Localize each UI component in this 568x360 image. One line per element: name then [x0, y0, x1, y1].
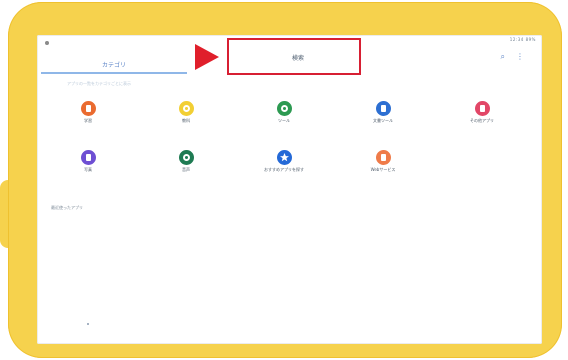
app-item[interactable]: 学習 [58, 101, 118, 124]
app-label: 学習 [84, 118, 92, 123]
app-label: 教科 [182, 118, 190, 123]
app-label: ツール [278, 118, 290, 123]
app-item[interactable]: Webサービス [353, 150, 413, 173]
app-item[interactable]: ツール [254, 101, 314, 124]
app-label: 文書ツール [373, 118, 393, 123]
app-item[interactable]: 写真 [58, 150, 118, 173]
doc-icon [375, 101, 391, 116]
app-label: 写真 [84, 167, 92, 172]
app-grid: 学習 教科 ツール 文書ツール その他アプリ 写真 音声 おすすめアプリを探す … [37, 35, 542, 344]
app-label: その他アプリ [470, 118, 494, 123]
app-item[interactable]: 音声 [156, 150, 216, 173]
tablet-screenshot: 12:34 89% カテゴリ アプリの一覧をカテゴリごとに表示 検索 ⌕ ⋮ 学… [0, 0, 568, 360]
book-icon [80, 101, 96, 116]
star-icon [276, 150, 292, 165]
gift-icon [474, 101, 490, 116]
grid-icon [276, 101, 292, 116]
app-label: おすすめアプリを探す [264, 167, 304, 172]
device-screen: 12:34 89% カテゴリ アプリの一覧をカテゴリごとに表示 検索 ⌕ ⋮ 学… [37, 35, 542, 344]
app-label: Webサービス [370, 167, 396, 172]
camera-icon [80, 150, 96, 165]
app-label: 音声 [182, 167, 190, 172]
bottom-indicator [87, 323, 89, 325]
app-item[interactable]: おすすめアプリを探す [254, 150, 314, 173]
smile-icon [178, 101, 194, 116]
app-item[interactable]: その他アプリ [452, 101, 512, 124]
web-icon [375, 150, 391, 165]
app-item[interactable]: 教科 [156, 101, 216, 124]
app-item[interactable]: 文書ツール [353, 101, 413, 124]
recent-apps-label: 最近使ったアプリ [51, 205, 83, 210]
circle-icon [178, 150, 194, 165]
